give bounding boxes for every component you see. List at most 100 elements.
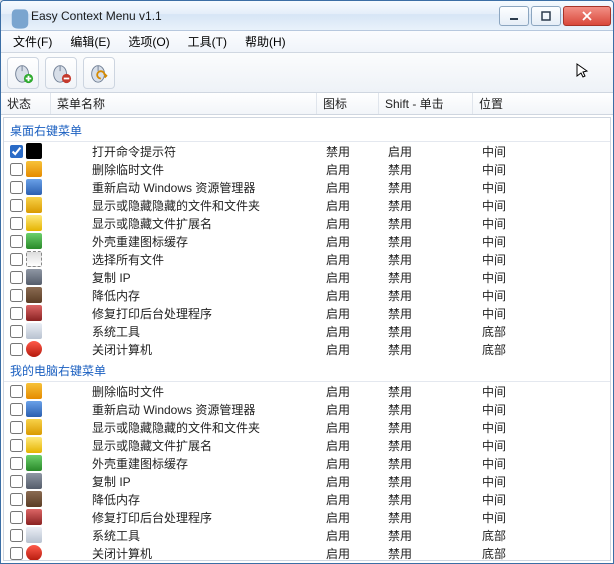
app-window: Easy Context Menu v1.1 文件(F) 编辑(E) 选项(O)… (0, 0, 614, 564)
list-item[interactable]: 显示或隐藏文件扩展名 启用 禁用 中间 (4, 436, 610, 454)
item-checkbox[interactable] (10, 457, 23, 470)
item-checkbox[interactable] (10, 547, 23, 560)
header-icon[interactable]: 图标 (317, 93, 379, 114)
item-position: 中间 (476, 196, 610, 214)
item-iconstate: 启用 (320, 286, 382, 304)
group-header[interactable]: 我的电脑右键菜单 (4, 358, 610, 382)
item-type-icon (26, 341, 42, 357)
item-checkbox[interactable] (10, 307, 23, 320)
header-shift[interactable]: Shift - 单击 (379, 93, 473, 114)
list-item[interactable]: 删除临时文件 启用 禁用 中间 (4, 382, 610, 400)
item-label: 选择所有文件 (92, 251, 164, 268)
menu-edit[interactable]: 编辑(E) (62, 31, 118, 52)
item-iconstate: 启用 (320, 322, 382, 340)
item-iconstate: 启用 (320, 382, 382, 400)
toolbar-remove-button[interactable] (45, 57, 77, 89)
toolbar-refresh-button[interactable] (83, 57, 115, 89)
item-label: 外壳重建图标缓存 (92, 455, 188, 472)
list-item[interactable]: 打开命令提示符 禁用 启用 中间 (4, 142, 610, 160)
item-type-icon (26, 545, 42, 561)
item-type-icon (26, 179, 42, 195)
item-shiftstate: 禁用 (382, 214, 476, 232)
titlebar[interactable]: Easy Context Menu v1.1 (1, 1, 613, 31)
item-checkbox[interactable] (10, 217, 23, 230)
item-type-icon (26, 251, 42, 267)
list-item[interactable]: 修复打印后台处理程序 启用 禁用 中间 (4, 304, 610, 322)
item-checkbox[interactable] (10, 529, 23, 542)
item-shiftstate: 禁用 (382, 400, 476, 418)
list-item[interactable]: 复制 IP 启用 禁用 中间 (4, 268, 610, 286)
menu-tools[interactable]: 工具(T) (180, 31, 235, 52)
item-iconstate: 启用 (320, 340, 382, 358)
menubar: 文件(F) 编辑(E) 选项(O) 工具(T) 帮助(H) (1, 31, 613, 53)
item-label: 显示或隐藏文件扩展名 (92, 437, 212, 454)
item-checkbox[interactable] (10, 181, 23, 194)
item-iconstate: 启用 (320, 418, 382, 436)
list-item[interactable]: 修复打印后台处理程序 启用 禁用 中间 (4, 508, 610, 526)
item-shiftstate: 禁用 (382, 178, 476, 196)
item-shiftstate: 禁用 (382, 526, 476, 544)
item-checkbox[interactable] (10, 289, 23, 302)
toolbar-add-button[interactable] (7, 57, 39, 89)
item-shiftstate: 禁用 (382, 418, 476, 436)
item-label: 复制 IP (92, 269, 131, 286)
close-button[interactable] (563, 6, 611, 26)
list-item[interactable]: 关闭计算机 启用 禁用 底部 (4, 544, 610, 561)
menu-file[interactable]: 文件(F) (5, 31, 60, 52)
list-item[interactable]: 删除临时文件 启用 禁用 中间 (4, 160, 610, 178)
list-item[interactable]: 重新启动 Windows 资源管理器 启用 禁用 中间 (4, 178, 610, 196)
header-position[interactable]: 位置 (473, 93, 613, 114)
list-item[interactable]: 重新启动 Windows 资源管理器 启用 禁用 中间 (4, 400, 610, 418)
header-status[interactable]: 状态 (1, 93, 51, 114)
list-item[interactable]: 外壳重建图标缓存 启用 禁用 中间 (4, 454, 610, 472)
list-item[interactable]: 关闭计算机 启用 禁用 底部 (4, 340, 610, 358)
item-label: 打开命令提示符 (92, 143, 176, 160)
item-checkbox[interactable] (10, 163, 23, 176)
item-checkbox[interactable] (10, 475, 23, 488)
item-label: 降低内存 (92, 287, 140, 304)
item-checkbox[interactable] (10, 199, 23, 212)
item-checkbox[interactable] (10, 271, 23, 284)
list-item[interactable]: 外壳重建图标缓存 启用 禁用 中间 (4, 232, 610, 250)
item-label: 删除临时文件 (92, 161, 164, 178)
list-item[interactable]: 降低内存 启用 禁用 中间 (4, 490, 610, 508)
group-header[interactable]: 桌面右键菜单 (4, 118, 610, 142)
header-name[interactable]: 菜单名称 (51, 93, 317, 114)
item-checkbox[interactable] (10, 511, 23, 524)
list-item[interactable]: 降低内存 启用 禁用 中间 (4, 286, 610, 304)
item-checkbox[interactable] (10, 493, 23, 506)
list-item[interactable]: 显示或隐藏文件扩展名 启用 禁用 中间 (4, 214, 610, 232)
item-checkbox[interactable] (10, 145, 23, 158)
item-checkbox[interactable] (10, 343, 23, 356)
item-checkbox[interactable] (10, 439, 23, 452)
toolbar (1, 53, 613, 93)
list-item[interactable]: 显示或隐藏隐藏的文件和文件夹 启用 禁用 中间 (4, 196, 610, 214)
item-label: 显示或隐藏隐藏的文件和文件夹 (92, 197, 260, 214)
list-item[interactable]: 复制 IP 启用 禁用 中间 (4, 472, 610, 490)
window-controls (499, 6, 611, 26)
minimize-button[interactable] (499, 6, 529, 26)
menu-options[interactable]: 选项(O) (120, 31, 177, 52)
maximize-button[interactable] (531, 6, 561, 26)
item-shiftstate: 禁用 (382, 544, 476, 561)
item-checkbox[interactable] (10, 253, 23, 266)
list-item[interactable]: 系统工具 启用 禁用 底部 (4, 526, 610, 544)
menu-list[interactable]: 桌面右键菜单 打开命令提示符 禁用 启用 中间 删除临时文件 启用 禁用 中间 (3, 117, 611, 561)
menu-help[interactable]: 帮助(H) (237, 31, 294, 52)
item-label: 系统工具 (92, 527, 140, 544)
list-item[interactable]: 显示或隐藏隐藏的文件和文件夹 启用 禁用 中间 (4, 418, 610, 436)
item-position: 底部 (476, 340, 610, 358)
item-label: 降低内存 (92, 491, 140, 508)
item-iconstate: 启用 (320, 544, 382, 561)
item-iconstate: 启用 (320, 196, 382, 214)
item-checkbox[interactable] (10, 235, 23, 248)
list-item[interactable]: 系统工具 启用 禁用 底部 (4, 322, 610, 340)
item-checkbox[interactable] (10, 421, 23, 434)
list-item[interactable]: 选择所有文件 启用 禁用 中间 (4, 250, 610, 268)
item-shiftstate: 禁用 (382, 286, 476, 304)
item-type-icon (26, 401, 42, 417)
item-checkbox[interactable] (10, 385, 23, 398)
item-position: 中间 (476, 250, 610, 268)
item-checkbox[interactable] (10, 403, 23, 416)
item-checkbox[interactable] (10, 325, 23, 338)
